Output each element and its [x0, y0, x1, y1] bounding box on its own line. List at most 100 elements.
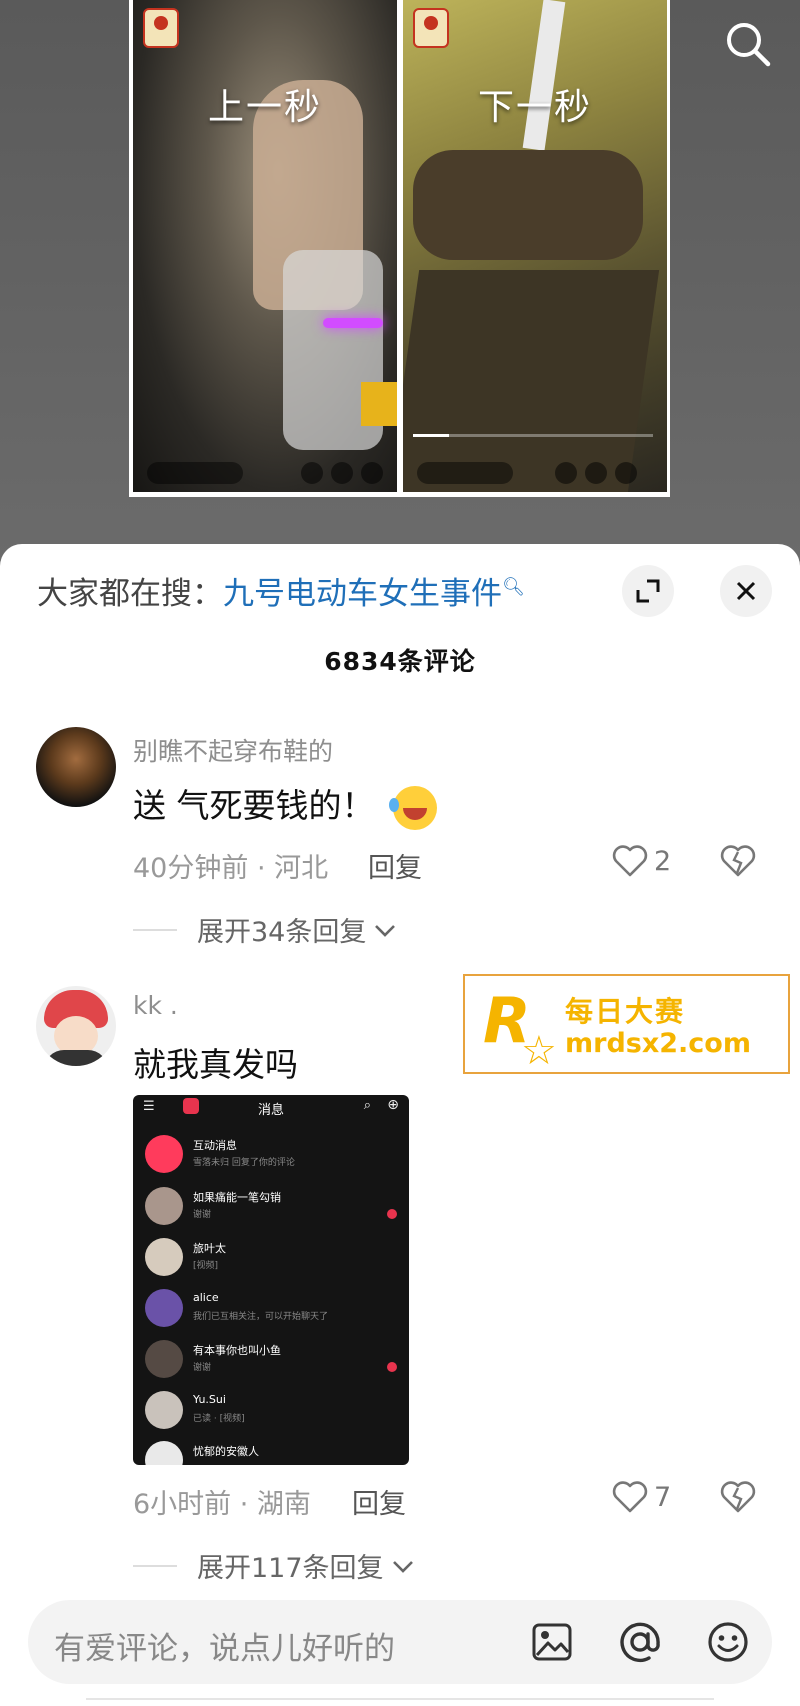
reply-button[interactable]: 回复	[368, 846, 422, 885]
list-item: 有本事你也叫小鱼 谢谢	[145, 1336, 401, 1382]
account-tag	[417, 462, 513, 484]
avatar	[145, 1441, 183, 1465]
close-button[interactable]	[720, 565, 772, 617]
expand-replies-button[interactable]: 展开34条回复	[133, 910, 398, 949]
share-icon	[585, 462, 607, 484]
list-item-name: 互动消息	[193, 1139, 237, 1152]
watermark: R ☆ 每日大赛 mrdsx2.com	[463, 974, 790, 1074]
share-icon	[331, 462, 353, 484]
search-icon[interactable]	[724, 20, 772, 68]
image-picker-icon[interactable]	[528, 1618, 576, 1666]
like-count: 2	[654, 845, 672, 877]
chevron-down-icon	[375, 924, 396, 937]
video-progress-bar[interactable]	[413, 434, 653, 437]
list-item-sub: 我们已互相关注，可以开始聊天了	[193, 1312, 329, 1322]
close-icon	[736, 581, 756, 601]
unread-dot	[387, 1362, 397, 1372]
comment-text: 送 气死要钱的！	[133, 779, 437, 830]
channel-badge-icon	[413, 8, 449, 48]
divider	[133, 928, 177, 931]
comment-input-placeholder[interactable]: 有爱评论，说点儿好听的	[54, 1623, 395, 1668]
list-item: 如果痛能一笔勾销 谢谢	[145, 1183, 401, 1229]
video-panel-before: 上一秒	[133, 0, 397, 492]
broken-heart-icon	[720, 1481, 756, 1513]
list-item-sub: 雪落未归 回复了你的评论	[193, 1158, 295, 1168]
ground-figure	[403, 270, 660, 492]
avatar[interactable]	[36, 727, 116, 807]
comment-input-bar[interactable]: 有爱评论，说点儿好听的	[28, 1600, 772, 1684]
avatar	[145, 1135, 183, 1173]
account-tag	[147, 462, 243, 484]
expand-replies-label: 展开34条回复	[197, 917, 367, 948]
avatar	[145, 1391, 183, 1429]
list-item: alice 我们已互相关注，可以开始聊天了	[145, 1285, 401, 1331]
list-item-name: 有本事你也叫小鱼	[193, 1344, 281, 1357]
watermark-url: mrdsx2.com	[565, 1028, 751, 1059]
video-progress-fill	[413, 434, 449, 437]
video-panel-after: 下一秒	[403, 0, 667, 492]
image-header: ☰ 消息 ⌕ ⊕	[133, 1095, 409, 1119]
comment-attached-image[interactable]: ☰ 消息 ⌕ ⊕ 互动消息雪落未归 回复了你的评论 如果痛能一笔勾销 谢谢 旅叶太…	[133, 1095, 409, 1465]
rewind-icon	[555, 462, 577, 484]
list-item-name: 忧郁的安徽人	[193, 1445, 259, 1458]
list-item: 旅叶太 [视频]	[145, 1234, 401, 1280]
divider	[133, 1564, 177, 1567]
list-item-name: alice	[193, 1291, 219, 1304]
broken-heart-icon	[720, 845, 756, 877]
expand-replies-button[interactable]: 展开117条回复	[133, 1546, 416, 1585]
fallen-scooter-figure	[413, 150, 643, 260]
expand-icon	[636, 579, 660, 603]
comment-count: 6834条评论	[324, 647, 476, 676]
unread-dot	[387, 1209, 397, 1219]
video-frame[interactable]: 上一秒 下一秒	[129, 0, 670, 497]
license-plate	[361, 382, 397, 426]
emoji-picker-icon[interactable]	[704, 1618, 752, 1666]
list-item-sub: 已读 · [视频]	[193, 1414, 245, 1424]
hot-search-prefix: 大家都在搜：	[37, 576, 223, 612]
comment-meta: 6小时前 · 湖南	[133, 1489, 311, 1520]
expand-replies-label: 展开117条回复	[197, 1553, 384, 1584]
hot-search-bar[interactable]: 大家都在搜：九号电动车女生事件🔍︎	[37, 568, 525, 613]
search-icon: ⌕	[363, 1098, 371, 1113]
list-item-name: 旅叶太	[193, 1242, 226, 1255]
reply-button[interactable]: 回复	[352, 1482, 406, 1521]
hot-search-term[interactable]: 九号电动车女生事件	[223, 576, 502, 612]
comment-text-content: 送 气死要钱的！	[133, 786, 375, 825]
list-item-name: Yu.Sui	[193, 1393, 226, 1406]
save-icon	[361, 462, 383, 484]
avatar	[145, 1289, 183, 1327]
avatar	[145, 1340, 183, 1378]
scooter-light	[323, 318, 383, 328]
video-caption-before: 上一秒	[207, 87, 322, 128]
avatar[interactable]	[36, 986, 116, 1066]
divider	[86, 1698, 714, 1700]
dislike-button[interactable]	[720, 844, 756, 882]
heart-icon	[612, 1481, 648, 1513]
video-area[interactable]: 上一秒 下一秒	[0, 0, 800, 560]
expand-panel-button[interactable]	[622, 565, 674, 617]
rewind-icon	[301, 462, 323, 484]
add-icon: ⊕	[387, 1097, 399, 1113]
save-icon	[615, 462, 637, 484]
watermark-title: 每日大赛	[565, 995, 686, 1028]
avatar	[145, 1187, 183, 1225]
list-item: Yu.Sui 已读 · [视频]	[145, 1387, 401, 1433]
comment-text: 就我真发吗	[133, 1045, 298, 1084]
like-button[interactable]: 7	[612, 1480, 671, 1514]
list-item: 忧郁的安徽人	[145, 1437, 401, 1465]
crying-laughing-emoji-icon	[388, 785, 437, 830]
avatar	[145, 1238, 183, 1276]
comment-username[interactable]: kk .	[133, 991, 178, 1020]
like-count: 7	[654, 1481, 672, 1513]
list-item-sub: 谢谢	[193, 1210, 212, 1220]
list-item-sub: 谢谢	[193, 1363, 212, 1373]
mention-icon[interactable]	[616, 1618, 664, 1666]
star-icon: ☆	[521, 1028, 557, 1074]
comment-username[interactable]: 别瞧不起穿布鞋的	[133, 732, 333, 768]
list-item-sub: [视频]	[193, 1261, 219, 1271]
comment-sheet: 大家都在搜：九号电动车女生事件🔍︎ 6834条评论 别瞧不起穿布鞋的 送 气死要…	[0, 544, 800, 1706]
list-item-name: 如果痛能一笔勾销	[193, 1191, 281, 1204]
comment-meta: 40分钟前 · 河北	[133, 853, 329, 884]
like-button[interactable]: 2	[612, 844, 671, 878]
dislike-button[interactable]	[720, 1480, 756, 1518]
